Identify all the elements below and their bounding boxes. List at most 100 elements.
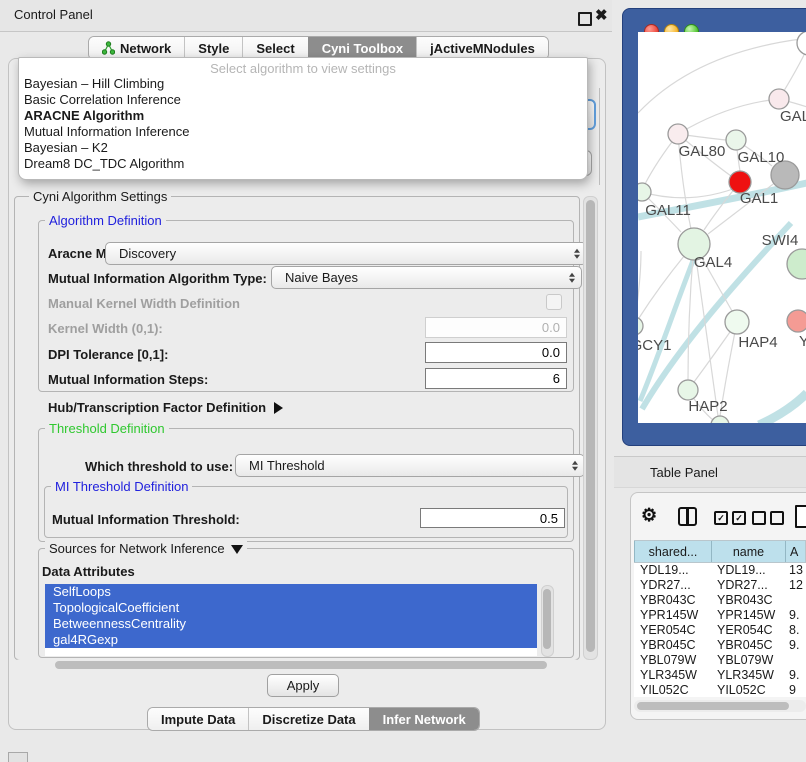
expand-right-icon: [274, 402, 283, 414]
sources-expander[interactable]: Sources for Network Inference: [45, 541, 247, 556]
table-cell: [785, 653, 806, 668]
network-node[interactable]: [638, 317, 643, 335]
table-row[interactable]: YER054CYER054C8.: [634, 623, 806, 638]
select-all-icon[interactable]: ✓✓: [714, 511, 746, 525]
tab-label: Network: [120, 41, 171, 56]
tab-jactivemnodules[interactable]: jActiveMNodules: [416, 37, 548, 59]
table-panel-titlebar: Table Panel: [614, 456, 806, 488]
app-root: Control Panel ✖ Network Style Select Cyn…: [0, 0, 806, 762]
network-node[interactable]: [725, 310, 749, 334]
hub-definition-expander[interactable]: Hub/Transcription Factor Definition: [48, 400, 283, 415]
table-cell: [785, 593, 806, 608]
table-cell: 9.: [785, 608, 806, 623]
dpi-tolerance-field[interactable]: [425, 342, 567, 363]
tab-label: jActiveMNodules: [430, 41, 535, 56]
tab-label: Select: [256, 41, 294, 56]
tab-select[interactable]: Select: [242, 37, 307, 59]
which-threshold-label: Which threshold to use:: [85, 459, 233, 474]
network-node-label: SWI4: [762, 232, 799, 249]
tab-label: Impute Data: [161, 712, 235, 727]
mi-algorithm-type-combobox[interactable]: Naive Bayes: [271, 266, 582, 289]
attribute-item[interactable]: TopologicalCoefficient: [45, 600, 537, 616]
network-node-label: GAL: [780, 108, 806, 125]
table-cell: YDR27...: [711, 578, 785, 593]
manual-kernel-checkbox[interactable]: [546, 294, 562, 310]
deselect-all-icon[interactable]: [752, 511, 784, 525]
gear-icon[interactable]: ⚙: [641, 505, 657, 526]
collapse-down-icon: [231, 545, 243, 554]
table-cell: 12: [785, 578, 806, 593]
attribute-item[interactable]: BetweennessCentrality: [45, 616, 537, 632]
network-edge-highlight: [759, 393, 806, 423]
dropdown-placeholder: Select algorithm to view settings: [19, 58, 587, 76]
tab-cyni-toolbox[interactable]: Cyni Toolbox: [308, 37, 416, 59]
network-node[interactable]: [638, 183, 651, 201]
table-row[interactable]: YPR145WYPR145W9.: [634, 608, 806, 623]
dropdown-item[interactable]: Bayesian – K2: [19, 140, 587, 156]
network-node[interactable]: [797, 32, 806, 55]
table-cell: 9: [785, 683, 806, 697]
dropdown-item[interactable]: Dream8 DC_TDC Algorithm: [19, 156, 587, 172]
float-window-icon[interactable]: [578, 12, 592, 26]
network-node-label: GAL1: [740, 190, 778, 207]
attributes-scrollbar[interactable]: [541, 585, 554, 657]
network-icon: [102, 41, 115, 55]
network-node[interactable]: [787, 249, 806, 279]
attribute-item[interactable]: gal4RGexp: [45, 632, 537, 648]
table-cell: YPR145W: [711, 608, 785, 623]
dropdown-item[interactable]: Mutual Information Inference: [19, 124, 587, 140]
table-row[interactable]: YBL079WYBL079W: [634, 653, 806, 668]
mi-steps-field[interactable]: [425, 368, 567, 389]
data-attributes-list: SelfLoops TopologicalCoefficient Between…: [45, 584, 537, 656]
tab-infer-network[interactable]: Infer Network: [369, 708, 479, 730]
combo-arrows-icon: [569, 272, 575, 283]
column-header[interactable]: shared...: [634, 541, 711, 562]
tab-style[interactable]: Style: [184, 37, 242, 59]
network-node[interactable]: [711, 416, 729, 423]
table-row[interactable]: YIL052CYIL052C9: [634, 683, 806, 697]
dropdown-item[interactable]: Basic Correlation Inference: [19, 92, 587, 108]
network-view-window: GALGAL80GAL10GAL1GAL11GAL4SWI4GCY1HAP4YH…: [622, 8, 806, 446]
dropdown-item[interactable]: Bayesian – Hill Climbing: [19, 76, 587, 92]
table-row[interactable]: YDR27...YDR27...12: [634, 578, 806, 593]
network-node[interactable]: [787, 310, 806, 332]
which-threshold-combobox[interactable]: MI Threshold: [235, 454, 585, 477]
network-node-label: GCY1: [638, 337, 671, 354]
tab-impute-data[interactable]: Impute Data: [148, 708, 248, 730]
tab-discretize-data[interactable]: Discretize Data: [248, 708, 368, 730]
network-node[interactable]: [668, 124, 688, 144]
network-node[interactable]: [769, 89, 789, 109]
network-node[interactable]: [726, 130, 746, 150]
hidden-groupbox-edge: [599, 88, 600, 185]
network-canvas[interactable]: GALGAL80GAL10GAL1GAL11GAL4SWI4GCY1HAP4YH…: [638, 32, 806, 423]
attribute-item[interactable]: SelfLoops: [45, 584, 537, 600]
mi-threshold-field[interactable]: [420, 508, 565, 528]
combo-value: MI Threshold: [249, 458, 325, 473]
kernel-width-field[interactable]: [425, 317, 567, 338]
tab-network[interactable]: Network: [89, 37, 184, 59]
table-row[interactable]: YLR345WYLR345W9.: [634, 668, 806, 683]
combo-value: Naive Bayes: [285, 270, 358, 285]
apply-button[interactable]: Apply: [267, 674, 339, 697]
settings-horizontal-scrollbar[interactable]: [14, 659, 580, 671]
table-row[interactable]: YBR045CYBR045C9.: [634, 638, 806, 653]
network-node-label: HAP2: [688, 398, 727, 415]
tab-label: Style: [198, 41, 229, 56]
network-node-label: GAL80: [679, 143, 726, 160]
settings-vertical-scrollbar[interactable]: [583, 196, 598, 660]
file-icon[interactable]: [795, 505, 806, 528]
table-row[interactable]: YDL19...YDL19...13: [634, 563, 806, 578]
table-horizontal-scrollbar[interactable]: [634, 700, 806, 712]
dropdown-item[interactable]: ARACNE Algorithm: [19, 108, 587, 124]
column-header[interactable]: A: [785, 541, 805, 562]
column-header[interactable]: name: [711, 541, 785, 562]
table-row[interactable]: YBR043CYBR043C: [634, 593, 806, 608]
close-icon[interactable]: ✖: [595, 6, 608, 24]
group-title: Cyni Algorithm Settings: [29, 189, 171, 204]
columns-icon[interactable]: [678, 507, 697, 526]
aracne-mode-combobox[interactable]: Discovery: [105, 242, 587, 265]
cyni-bottom-tabs: Impute Data Discretize Data Infer Networ…: [147, 707, 480, 731]
network-node[interactable]: [678, 380, 698, 400]
minimized-panel-stub[interactable]: [8, 752, 28, 762]
table-cell: YDR27...: [634, 578, 711, 593]
